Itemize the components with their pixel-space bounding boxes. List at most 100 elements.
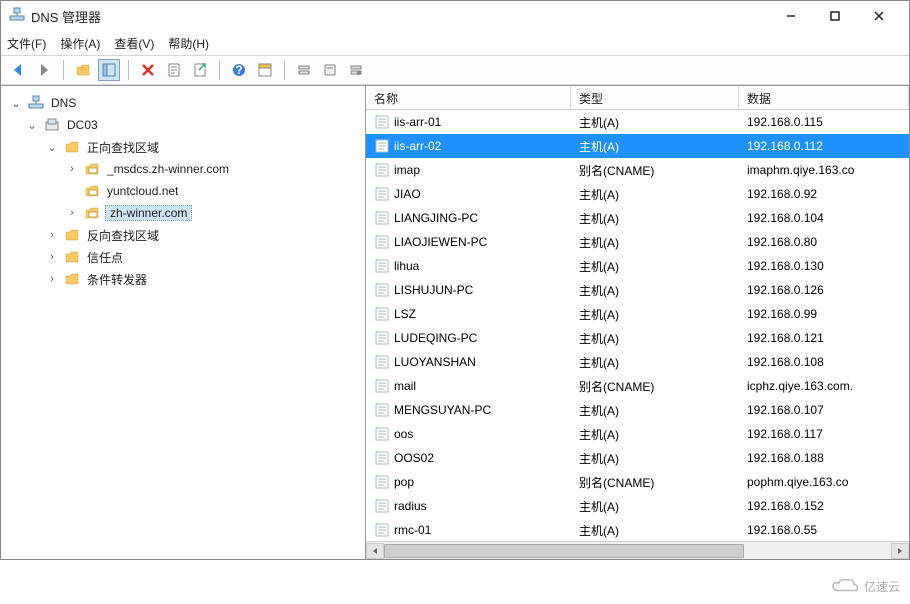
tree-label: DNS (49, 96, 78, 110)
record-icon (374, 138, 390, 154)
tree-server[interactable]: ⌄ DC03 (5, 114, 361, 136)
expand-icon[interactable]: › (45, 251, 59, 263)
record-name: iis-arr-01 (366, 114, 571, 130)
tree-label: 条件转发器 (85, 271, 149, 288)
record-row[interactable]: radius主机(A)192.168.0.152 (366, 494, 909, 518)
record-icon (374, 306, 390, 322)
back-button[interactable] (7, 59, 29, 81)
scroll-left-arrow[interactable] (366, 543, 384, 559)
record-icon (374, 186, 390, 202)
record-type: 主机(A) (571, 186, 739, 203)
record-type: 主机(A) (571, 258, 739, 275)
record-type: 主机(A) (571, 330, 739, 347)
help-button[interactable]: ? (228, 59, 250, 81)
tree-trust-points[interactable]: › 信任点 (5, 246, 361, 268)
record-icon (374, 258, 390, 274)
record-type: 主机(A) (571, 282, 739, 299)
export-button[interactable] (189, 59, 211, 81)
close-button[interactable] (857, 2, 901, 30)
horizontal-scrollbar[interactable] (366, 541, 909, 559)
menubar: 文件(F) 操作(A) 查看(V) 帮助(H) (1, 31, 909, 55)
collapse-icon[interactable]: ⌄ (9, 97, 23, 110)
record-type: 别名(CNAME) (571, 378, 739, 395)
scroll-track[interactable] (384, 543, 891, 559)
tree-label: 正向查找区域 (85, 139, 161, 156)
record-row[interactable]: rmc-01主机(A)192.168.0.55 (366, 518, 909, 541)
tree-zone-yuntcloud[interactable]: yuntcloud.net (5, 180, 361, 202)
record-icon (374, 426, 390, 442)
column-name[interactable]: 名称 (366, 86, 571, 109)
separator (219, 60, 220, 80)
tree-label: zh-winner.com (105, 205, 192, 221)
tree-label: DC03 (65, 118, 100, 132)
record-row[interactable]: iis-arr-02主机(A)192.168.0.112 (366, 134, 909, 158)
titlebar: DNS 管理器 (1, 1, 909, 31)
list-header: 名称 类型 数据 (366, 86, 909, 110)
record-icon (374, 210, 390, 226)
menu-action[interactable]: 操作(A) (60, 35, 100, 52)
record-row[interactable]: LUDEQING-PC主机(A)192.168.0.121 (366, 326, 909, 350)
record-row[interactable]: lihua主机(A)192.168.0.130 (366, 254, 909, 278)
tree-conditional-forwarders[interactable]: › 条件转发器 (5, 268, 361, 290)
record-icon (374, 498, 390, 514)
minimize-button[interactable] (769, 2, 813, 30)
record-name: MENGSUYAN-PC (366, 402, 571, 418)
list-body[interactable]: iis-arr-01主机(A)192.168.0.115iis-arr-02主机… (366, 110, 909, 541)
tree-label: _msdcs.zh-winner.com (105, 162, 231, 176)
record-data: 192.168.0.108 (739, 355, 909, 369)
server-icon-1[interactable] (293, 59, 315, 81)
record-data: 192.168.0.126 (739, 283, 909, 297)
column-data[interactable]: 数据 (739, 86, 909, 109)
record-row[interactable]: LIANGJING-PC主机(A)192.168.0.104 (366, 206, 909, 230)
record-row[interactable]: LISHUJUN-PC主机(A)192.168.0.126 (366, 278, 909, 302)
menu-view[interactable]: 查看(V) (114, 35, 154, 52)
record-data: 192.168.0.121 (739, 331, 909, 345)
record-row[interactable]: LIAOJIEWEN-PC主机(A)192.168.0.80 (366, 230, 909, 254)
record-name: lihua (366, 258, 571, 274)
record-row[interactable]: MENGSUYAN-PC主机(A)192.168.0.107 (366, 398, 909, 422)
collapse-icon[interactable]: ⌄ (25, 119, 39, 132)
up-button[interactable] (72, 59, 94, 81)
column-type[interactable]: 类型 (571, 86, 739, 109)
record-data: 192.168.0.152 (739, 499, 909, 513)
tree-reverse-zones[interactable]: › 反向查找区域 (5, 224, 361, 246)
scroll-right-arrow[interactable] (891, 543, 909, 559)
expand-icon[interactable]: › (45, 229, 59, 241)
server-icon-3[interactable] (345, 59, 367, 81)
tree-panel[interactable]: ⌄ DNS ⌄ DC03 ⌄ 正向查找区域 › _msdcs.zh-winner… (1, 86, 366, 559)
tree-zone-msdcs[interactable]: › _msdcs.zh-winner.com (5, 158, 361, 180)
app-icon (9, 7, 25, 26)
folder-icon (63, 249, 81, 265)
record-row[interactable]: OOS02主机(A)192.168.0.188 (366, 446, 909, 470)
forward-button[interactable] (33, 59, 55, 81)
record-row[interactable]: LSZ主机(A)192.168.0.99 (366, 302, 909, 326)
show-hide-button[interactable] (98, 59, 120, 81)
record-row[interactable]: mail别名(CNAME)icphz.qiye.163.com. (366, 374, 909, 398)
record-type: 主机(A) (571, 426, 739, 443)
expand-icon[interactable]: › (45, 273, 59, 285)
properties-button[interactable] (163, 59, 185, 81)
record-row[interactable]: iis-arr-01主机(A)192.168.0.115 (366, 110, 909, 134)
expand-icon[interactable]: › (65, 207, 79, 219)
window-title: DNS 管理器 (31, 7, 769, 26)
collapse-icon[interactable]: ⌄ (45, 141, 59, 154)
menu-help[interactable]: 帮助(H) (168, 35, 209, 52)
record-name: imap (366, 162, 571, 178)
record-row[interactable]: imap别名(CNAME)imaphm.qiye.163.co (366, 158, 909, 182)
record-data: 192.168.0.117 (739, 427, 909, 441)
server-icon-2[interactable] (319, 59, 341, 81)
record-row[interactable]: JIAO主机(A)192.168.0.92 (366, 182, 909, 206)
tree-root-dns[interactable]: ⌄ DNS (5, 92, 361, 114)
delete-button[interactable] (137, 59, 159, 81)
record-row[interactable]: oos主机(A)192.168.0.117 (366, 422, 909, 446)
menu-file[interactable]: 文件(F) (7, 35, 46, 52)
record-row[interactable]: pop别名(CNAME)pophm.qiye.163.co (366, 470, 909, 494)
maximize-button[interactable] (813, 2, 857, 30)
separator (63, 60, 64, 80)
scroll-thumb[interactable] (384, 544, 744, 558)
tree-forward-zones[interactable]: ⌄ 正向查找区域 (5, 136, 361, 158)
tree-zone-zhwinner[interactable]: › zh-winner.com (5, 202, 361, 224)
expand-icon[interactable]: › (65, 163, 79, 175)
filter-button[interactable] (254, 59, 276, 81)
record-row[interactable]: LUOYANSHAN主机(A)192.168.0.108 (366, 350, 909, 374)
